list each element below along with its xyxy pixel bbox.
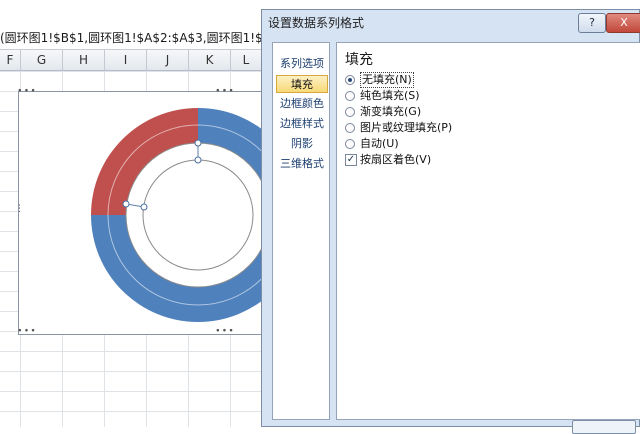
dialog-title: 设置数据系列格式	[268, 16, 365, 30]
nav-item-border-style[interactable]: 边框样式	[276, 115, 328, 133]
dialog-close-action-button[interactable]	[572, 420, 636, 434]
column-header-row: F G H I J K L	[0, 50, 300, 71]
section-title: 填充	[345, 52, 373, 68]
option-no-fill-label: 无填充(N)	[360, 72, 414, 88]
column-header-f[interactable]: F	[0, 50, 21, 70]
formula-bar[interactable]: (圆环图1!$B$1,圆环图1!$A$2:$A$3,圆环图1!$B$2:$E	[0, 27, 300, 50]
fill-settings-panel: 填充 无填充(N) 纯色填充(S) 渐变填充(G) 图片或纹理填充(P) 自动(…	[336, 42, 640, 420]
selection-handle-left-inner[interactable]	[140, 203, 148, 211]
nav-item-border-color[interactable]: 边框颜色	[276, 95, 328, 113]
nav-item-fill[interactable]: 填充	[276, 75, 328, 93]
column-header-k[interactable]: K	[189, 50, 231, 70]
radio-gradient-fill[interactable]	[345, 107, 355, 117]
radio-solid-fill[interactable]	[345, 91, 355, 101]
help-icon: ?	[589, 16, 595, 29]
column-header-h[interactable]: H	[63, 50, 105, 70]
option-vary-colors-label: 按扇区着色(V)	[360, 153, 432, 166]
column-header-j[interactable]: J	[147, 50, 189, 70]
option-gradient-fill-label: 渐变填充(G)	[360, 105, 422, 118]
nav-item-3d-format[interactable]: 三维格式	[276, 155, 328, 173]
column-header-i[interactable]: I	[105, 50, 147, 70]
selection-handle-left-outer[interactable]	[122, 200, 130, 208]
option-automatic-label: 自动(U)	[360, 137, 399, 150]
checkbox-vary-colors[interactable]: ✓	[345, 154, 357, 166]
radio-no-fill[interactable]	[345, 75, 355, 85]
selection-handle-top-outer[interactable]	[194, 139, 202, 147]
help-button[interactable]: ?	[578, 13, 606, 33]
radio-picture-fill[interactable]	[345, 123, 355, 133]
option-solid-fill-label: 纯色填充(S)	[360, 89, 420, 102]
category-nav: 系列选项 填充 边框颜色 边框样式 阴影 三维格式	[272, 42, 330, 420]
option-picture-fill-label: 图片或纹理填充(P)	[360, 121, 453, 134]
close-icon: X	[620, 16, 628, 29]
inner-series-inner-edge	[142, 159, 254, 271]
format-data-series-dialog: 设置数据系列格式 ? X 系列选项 填充 边框颜色 边框样式 阴影 三维格式 填…	[261, 9, 640, 427]
selection-handle-top-inner[interactable]	[194, 156, 202, 164]
dialog-titlebar[interactable]: 设置数据系列格式 ? X	[262, 10, 640, 34]
nav-item-shadow[interactable]: 阴影	[276, 135, 328, 153]
formula-text: (圆环图1!$B$1,圆环图1!$A$2:$A$3,圆环图1!$B$2:$E	[0, 31, 300, 45]
column-header-l[interactable]: L	[231, 50, 262, 70]
close-button[interactable]: X	[606, 13, 640, 33]
doughnut-chart[interactable]	[19, 92, 263, 334]
nav-item-series-options[interactable]: 系列选项	[276, 55, 328, 73]
column-header-g[interactable]: G	[21, 50, 63, 70]
radio-automatic[interactable]	[345, 139, 355, 149]
chart-area[interactable]: ∙∙∙ ∙∙∙ ∙∙∙ ∙∙∙ ⋮	[15, 87, 264, 336]
